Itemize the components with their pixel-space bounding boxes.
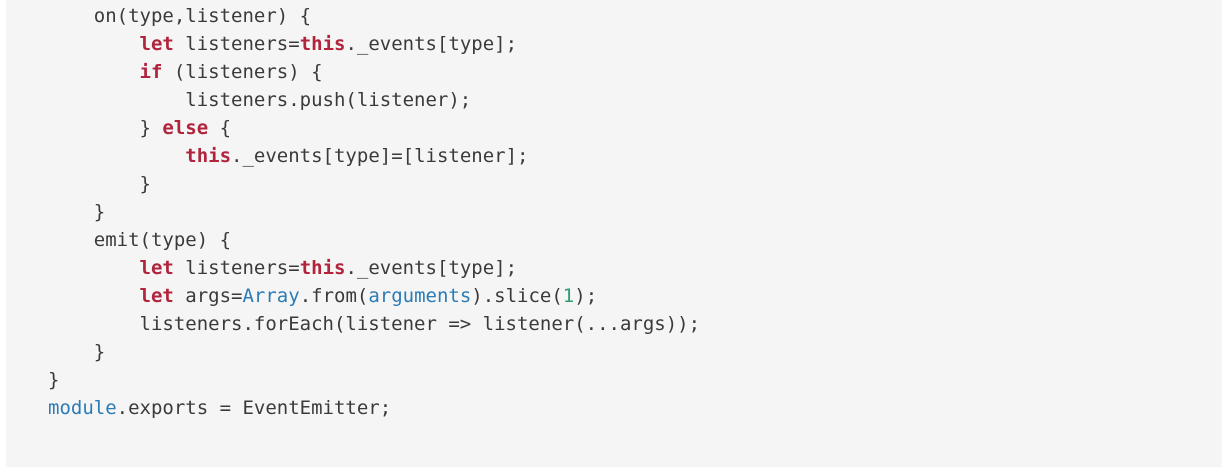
code-token: let (139, 285, 174, 307)
code-line: module.exports = EventEmitter; (48, 394, 1222, 422)
code-line: listeners.forEach(listener => listener(.… (48, 310, 1222, 338)
code-line: let args=Array.from(arguments).slice(1); (48, 282, 1222, 310)
code-token: on(type,listener) { (48, 5, 312, 27)
code-token: 1 (562, 285, 575, 307)
code-token: (listeners) { (162, 61, 323, 83)
code-line: } (48, 170, 1222, 198)
code-token: { (208, 117, 232, 139)
code-token: this (299, 33, 346, 55)
code-line: let listeners=this._events[type]; (48, 30, 1222, 58)
code-token: ._events[type]=[listener]; (231, 145, 529, 167)
code-token: .exports = EventEmitter; (116, 397, 392, 419)
code-line: listeners.push(listener); (48, 86, 1222, 114)
code-token: else (162, 117, 209, 139)
code-token: } (48, 341, 106, 363)
code-line: on(type,listener) { (48, 2, 1222, 30)
code-token: listeners.push(listener); (48, 89, 472, 111)
code-token: Array (242, 285, 300, 307)
code-token: .from( (299, 285, 369, 307)
code-token: ).slice( (471, 285, 563, 307)
code-token: ._events[type]; (345, 33, 518, 55)
code-line: } else { (48, 114, 1222, 142)
code-token: ); (574, 285, 598, 307)
code-token: emit(type) { (48, 229, 232, 251)
code-token: } (48, 201, 106, 223)
code-token: } (48, 369, 60, 391)
code-token: this (185, 145, 232, 167)
code-token: listeners= (173, 33, 300, 55)
code-token: } (48, 117, 163, 139)
code-token: } (48, 173, 151, 195)
code-token: args= (173, 285, 243, 307)
code-token: module (48, 397, 117, 419)
code-token: let (139, 257, 174, 279)
code-line: } (48, 366, 1222, 394)
code-line: if (listeners) { (48, 58, 1222, 86)
code-token: arguments (368, 285, 472, 307)
code-token: listeners.forEach(listener => listener(.… (48, 313, 701, 335)
code-lines: on(type,listener) { let listeners=this._… (48, 2, 1222, 422)
code-token: this (299, 257, 346, 279)
code-token: listeners= (173, 257, 300, 279)
code-line: } (48, 198, 1222, 226)
code-line: emit(type) { (48, 226, 1222, 254)
code-line: let listeners=this._events[type]; (48, 254, 1222, 282)
code-token: let (139, 33, 174, 55)
code-token: if (139, 61, 163, 83)
code-token: ._events[type]; (345, 257, 518, 279)
code-line: this._events[type]=[listener]; (48, 142, 1222, 170)
code-line: } (48, 338, 1222, 366)
code-block: on(type,listener) { let listeners=this._… (6, 0, 1222, 467)
